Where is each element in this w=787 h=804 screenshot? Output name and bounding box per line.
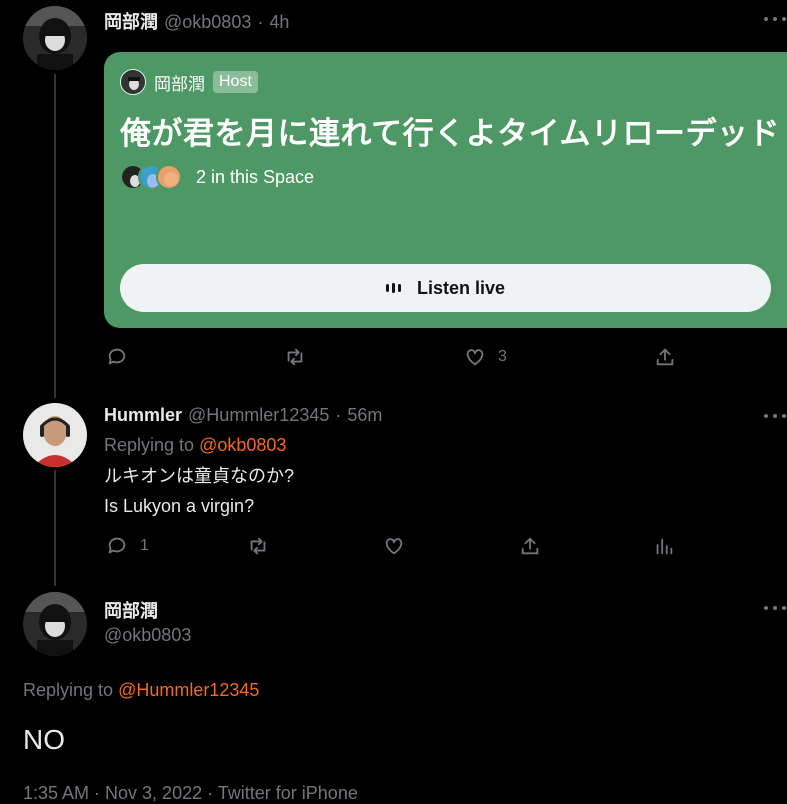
thread-line-2 xyxy=(54,470,56,586)
analytics-icon xyxy=(656,538,673,555)
tweet2-like-button[interactable] xyxy=(383,535,405,557)
listener-avatars xyxy=(120,164,182,190)
space-listeners-row: 2 in this Space xyxy=(120,164,314,190)
tweet2-reply-count: 1 xyxy=(140,537,149,554)
tweet2-replying-prefix: Replying to xyxy=(104,435,195,455)
main-tweet-reply-mention[interactable]: @Hummler12345 xyxy=(118,680,259,700)
tweet2-author-name[interactable]: Hummler xyxy=(104,405,182,426)
heart-icon xyxy=(466,349,484,366)
tweet1-like-button[interactable]: 3 xyxy=(464,346,507,368)
avatar-okb0803-main[interactable] xyxy=(23,592,87,656)
tweet2-separator: · xyxy=(335,405,342,425)
tweet2-handle[interactable]: @Hummler12345 xyxy=(188,405,329,426)
tweet1-like-count: 3 xyxy=(498,348,507,365)
main-tweet-text: NO xyxy=(23,724,65,755)
main-tweet-more-icon[interactable] xyxy=(764,603,786,613)
tweet1-author-name[interactable]: 岡部潤 xyxy=(104,8,158,34)
tweet1-more-icon[interactable] xyxy=(764,14,786,24)
reply-icon xyxy=(108,537,126,554)
tweet2-reply-button[interactable]: 1 xyxy=(106,535,149,557)
avatar-okb0803[interactable] xyxy=(23,6,87,70)
space-host-avatar xyxy=(120,69,146,95)
tweet1-handle[interactable]: @okb0803 xyxy=(164,12,251,33)
tweet1-reply-button[interactable] xyxy=(106,346,140,368)
tweet1-retweet-button[interactable] xyxy=(284,346,318,368)
tweet1-separator: · xyxy=(257,12,264,32)
retweet-icon xyxy=(250,537,266,555)
tweet2-analytics-button[interactable] xyxy=(653,535,675,557)
tweet2-retweet-button[interactable] xyxy=(247,535,269,557)
tweet2-header: Hummler @Hummler12345 · 56m xyxy=(104,405,382,426)
reply-icon xyxy=(108,348,126,365)
space-host-row: 岡部潤 Host xyxy=(120,69,258,95)
listener-avatar xyxy=(156,164,182,190)
listen-live-button[interactable]: Listen live xyxy=(120,264,771,312)
main-tweet-author-name[interactable]: 岡部潤 xyxy=(104,597,158,623)
listening-bars-icon xyxy=(385,283,401,293)
main-tweet-meta: 1:35 AM · Nov 3, 2022 · Twitter for iPho… xyxy=(23,783,358,803)
space-title: 俺が君を月に連れて行くよタイムリローデッド xyxy=(120,116,780,151)
tweet2-share-button[interactable] xyxy=(519,535,541,557)
tweet2-more-icon[interactable] xyxy=(764,411,786,421)
listen-live-label: Listen live xyxy=(416,277,506,298)
space-listener-count: 2 in this Space xyxy=(196,166,315,187)
main-tweet-handle[interactable]: @okb0803 xyxy=(104,625,191,646)
tweet1-header: 岡部潤 @okb0803 · 4h xyxy=(104,8,289,34)
thread-line-1 xyxy=(54,74,56,398)
avatar-hummler[interactable] xyxy=(23,403,87,467)
tweet2-reply-mention[interactable]: @okb0803 xyxy=(199,435,286,455)
retweet-icon xyxy=(287,348,303,366)
tweet1-share-button[interactable] xyxy=(654,346,676,368)
main-tweet-replying-to: Replying to @Hummler12345 xyxy=(23,680,259,701)
tweet2-text-line1: ルキオンは童貞なのか? xyxy=(104,466,295,486)
space-host-name: 岡部潤 xyxy=(154,74,205,94)
share-icon xyxy=(521,537,539,555)
tweet2-text-line2: Is Lukyon a virgin? xyxy=(104,496,255,516)
share-icon xyxy=(656,348,674,366)
space-host-badge: Host xyxy=(213,71,258,93)
heart-icon xyxy=(385,538,403,555)
tweet1-time[interactable]: 4h xyxy=(269,12,289,33)
tweet2-replying-to: Replying to @okb0803 xyxy=(104,435,286,456)
tweet2-text: ルキオンは童貞なのか? Is Lukyon a virgin? xyxy=(104,461,294,521)
main-tweet-replying-prefix: Replying to xyxy=(23,680,114,700)
tweet2-time[interactable]: 56m xyxy=(347,405,382,426)
space-card[interactable]: 岡部潤 Host 俺が君を月に連れて行くよタイムリローデッド 2 in this… xyxy=(104,52,787,328)
